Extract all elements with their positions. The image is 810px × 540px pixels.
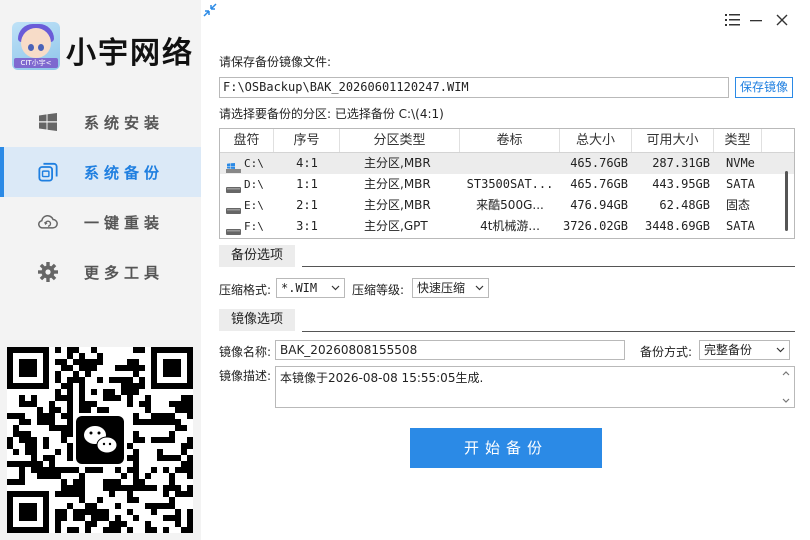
free-size: 62.48GB [659, 198, 710, 212]
table-row[interactable]: F:\ 3:1 主分区,GPT 4t机械游... 3726.02GB 3448.… [220, 216, 794, 237]
backup-path-input[interactable]: F:\OSBackup\BAK_20260601120247.WIM [219, 77, 729, 98]
sidebar-item-label: 一键重装 [84, 213, 165, 232]
start-backup-button[interactable]: 开始备份 [410, 428, 602, 468]
sidebar-item-label: 系统安装 [84, 113, 165, 132]
total-size: 476.94GB [570, 198, 628, 212]
minimize-icon[interactable] [748, 12, 764, 28]
free-size: 287.31GB [652, 156, 710, 170]
save-image-button[interactable]: 保存镜像 [735, 77, 793, 98]
partition-type: 主分区,MBR [364, 156, 431, 170]
menu-icon[interactable] [724, 12, 740, 28]
partition-index: 2:1 [296, 198, 318, 212]
drive-letter: E:\ [244, 199, 264, 212]
sidebar-item-label: 系统备份 [84, 163, 165, 182]
drive-icon [226, 201, 241, 214]
sidebar-item-system-install[interactable]: 系统安装 [0, 97, 201, 147]
image-desc-textarea[interactable]: 本镜像于2026-08-08 15:55:05生成. [275, 366, 795, 408]
section-divider [302, 266, 795, 267]
free-size: 3448.69GB [644, 219, 710, 233]
wechat-qr-code [7, 347, 193, 533]
table-row[interactable]: D:\ 1:1 主分区,MBR ST3500SAT... 465.76GB 44… [220, 174, 794, 195]
cloud-refresh-icon [38, 212, 58, 232]
image-name-input[interactable]: BAK_20260808155508 [275, 340, 625, 360]
volume-label: 来酷500G... [476, 198, 544, 212]
column-header[interactable]: 卷标 [460, 129, 560, 152]
copy-icon [38, 162, 58, 182]
partition-select-label: 请选择要备份的分区: 已选择备份 C:\(4:1) [219, 107, 444, 121]
image-desc-text: 本镜像于2026-08-08 15:55:05生成. [280, 371, 484, 385]
sidebar-nav: 系统安装 系统备份 一键重装 更多工具 [0, 97, 201, 297]
sidebar-item-more-tools[interactable]: 更多工具 [0, 247, 201, 297]
volume-label [460, 153, 560, 174]
volume-label: ST3500SAT... [466, 177, 554, 191]
drive-letter: F:\ [244, 220, 264, 233]
total-size: 465.76GB [570, 177, 628, 191]
windows-drive-icon [226, 159, 241, 173]
wechat-icon [76, 416, 124, 464]
disk-kind: SATA [726, 219, 755, 233]
compress-level-label: 压缩等级: [352, 283, 405, 297]
drive-letter: D:\ [244, 178, 264, 191]
compress-format-select[interactable]: *.WIM [276, 278, 345, 298]
drive-icon [226, 222, 241, 235]
table-row[interactable]: C:\ 4:1 主分区,MBR 465.76GB 287.31GB NVMe [220, 153, 794, 174]
drive-icon [226, 180, 241, 193]
windows-icon [38, 112, 58, 132]
section-divider [302, 331, 795, 332]
gear-icon [38, 262, 58, 282]
volume-label: 4t机械游... [480, 219, 540, 233]
table-row[interactable]: E:\ 2:1 主分区,MBR 来酷500G... 476.94GB 62.48… [220, 195, 794, 216]
sidebar-item-label: 更多工具 [84, 263, 165, 282]
scrollbar-thumb[interactable] [785, 171, 788, 231]
column-header[interactable]: 序号 [274, 129, 340, 152]
column-header[interactable]: 总大小 [560, 129, 632, 152]
free-size: 443.95GB [652, 177, 710, 191]
column-header[interactable]: 类型 [714, 129, 762, 152]
compress-format-value: *.WIM [281, 281, 318, 295]
compress-format-label: 压缩格式: [219, 283, 272, 297]
shrink-icon[interactable] [203, 3, 217, 17]
image-options-tab[interactable]: 镜像选项 [219, 309, 295, 331]
partition-type: 主分区,MBR [364, 177, 431, 191]
backup-options-tab[interactable]: 备份选项 [219, 245, 295, 267]
desc-scrollbar[interactable] [778, 367, 794, 407]
partition-index: 3:1 [296, 219, 318, 233]
compress-level-select[interactable]: 快速压缩 [412, 278, 489, 298]
total-size: 3726.02GB [562, 219, 628, 233]
partition-type: 主分区,GPT [364, 219, 428, 233]
column-header[interactable]: 分区类型 [340, 129, 460, 152]
brand-name: 小宇网络 [66, 36, 194, 71]
compress-level-value: 快速压缩 [417, 281, 466, 295]
column-header[interactable]: 盘符 [220, 129, 274, 152]
sidebar-item-system-backup[interactable]: 系统备份 [0, 147, 201, 197]
backup-mode-value: 完整备份 [704, 343, 753, 357]
image-desc-label: 镜像描述: [219, 369, 272, 383]
brand-logo: CIT小宇< [12, 22, 60, 70]
disk-kind: NVMe [726, 156, 755, 170]
column-header[interactable]: 可用大小 [632, 129, 714, 152]
disk-kind: 固态 [726, 198, 751, 212]
disk-kind: SATA [726, 177, 755, 191]
chevron-down-icon [475, 285, 484, 291]
backup-mode-label: 备份方式: [640, 345, 693, 359]
sidebar-item-reinstall[interactable]: 一键重装 [0, 197, 201, 247]
total-size: 465.76GB [570, 156, 628, 170]
partition-index: 1:1 [296, 177, 318, 191]
partition-type: 主分区,MBR [364, 198, 431, 212]
partition-index: 4:1 [296, 156, 318, 170]
close-icon[interactable] [774, 12, 790, 28]
logo-tag: CIT小宇< [14, 58, 58, 68]
sidebar: CIT小宇< 小宇网络 系统安装 系统备份 一键重装 更多工具 [0, 0, 201, 540]
chevron-down-icon [331, 285, 340, 291]
drive-letter: C:\ [244, 157, 264, 170]
table-scrollbar[interactable] [780, 153, 794, 238]
chevron-down-icon [776, 347, 785, 353]
save-file-label: 请保存备份镜像文件: [219, 55, 332, 69]
backup-mode-select[interactable]: 完整备份 [699, 340, 790, 360]
table-header: 盘符 序号 分区类型 卷标 总大小 可用大小 类型 [220, 129, 794, 153]
partition-table: 盘符 序号 分区类型 卷标 总大小 可用大小 类型 C:\ 4:1 主分区,MB… [219, 128, 795, 239]
image-name-label: 镜像名称: [219, 345, 272, 359]
